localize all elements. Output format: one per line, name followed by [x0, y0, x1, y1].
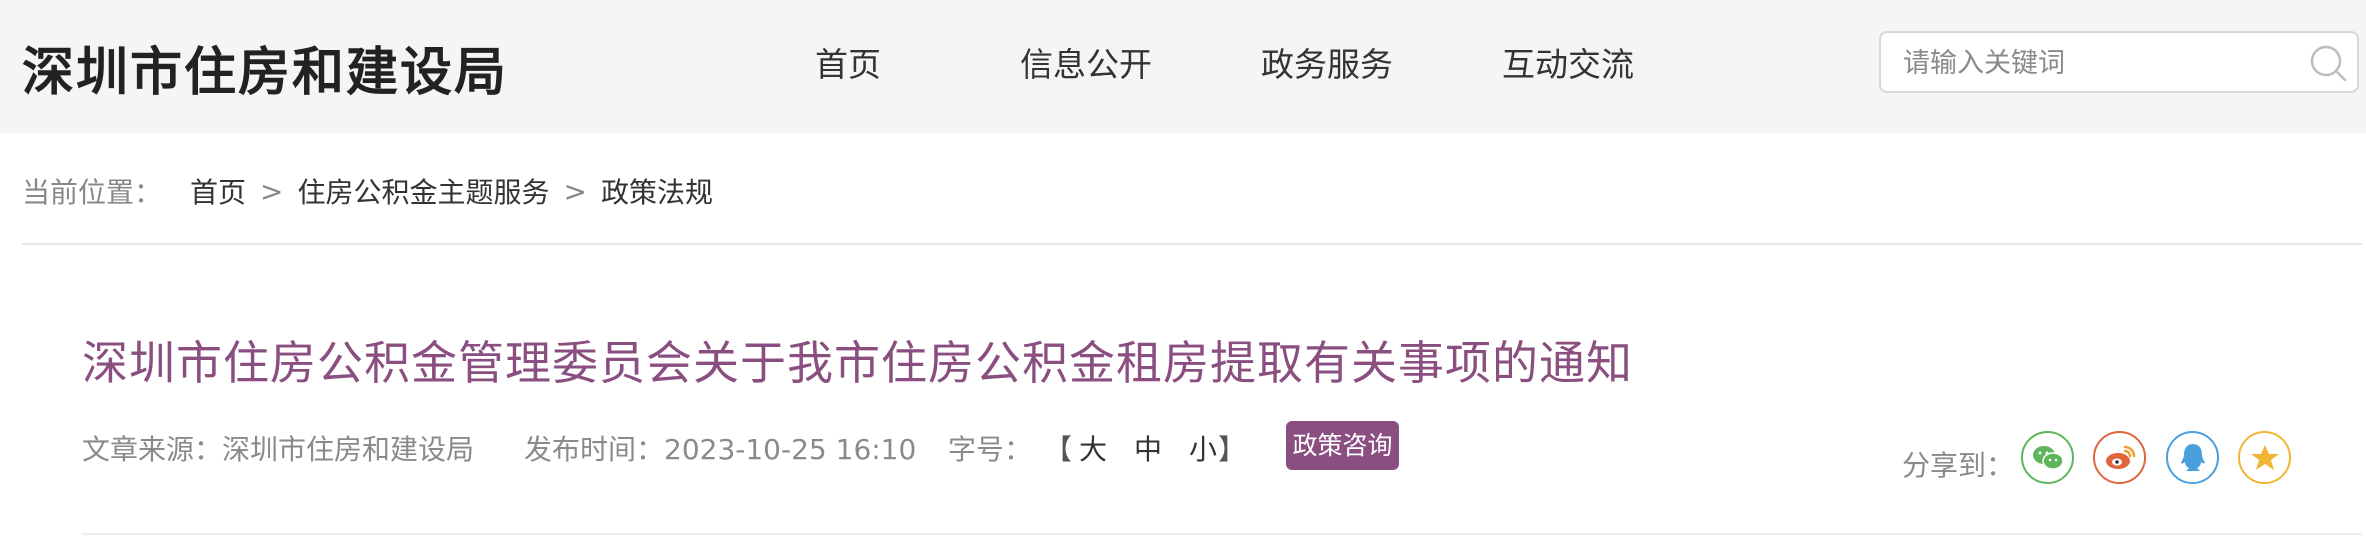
search-input[interactable]: [1901, 41, 2285, 85]
breadcrumb-item-home[interactable]: 首页: [190, 176, 246, 209]
breadcrumb-prefix: 当前位置：: [22, 176, 163, 209]
nav-item-interaction[interactable]: 互动交流: [1502, 38, 1634, 86]
article-publish-time: 发布时间：2023-10-25 16:10: [524, 433, 917, 466]
breadcrumb-separator: >: [563, 174, 587, 208]
nav-item-info-disclosure[interactable]: 信息公开: [1020, 38, 1152, 86]
font-size-label: 字号：: [948, 433, 1033, 466]
breadcrumb-separator: >: [260, 174, 284, 208]
share-qzone-button[interactable]: [2238, 431, 2291, 484]
font-size-large-button[interactable]: 大: [1079, 428, 1107, 468]
share-label: 分享到：: [1902, 449, 2015, 482]
font-size-bracket-open: 【: [1044, 433, 1073, 466]
breadcrumb-item-housing-fund[interactable]: 住房公积金主题服务: [298, 176, 550, 209]
breadcrumb-item-policy[interactable]: 政策法规: [601, 176, 713, 209]
weibo-icon: [2105, 445, 2135, 469]
search-icon[interactable]: [2307, 42, 2349, 84]
breadcrumb: 当前位置： 首页 > 住房公积金主题服务 > 政策法规: [22, 171, 713, 211]
site-title[interactable]: 深圳市住房和建设局: [22, 30, 508, 105]
article-title: 深圳市住房公积金管理委员会关于我市住房公积金租房提取有关事项的通知: [82, 336, 1633, 390]
meta-divider: [82, 533, 2362, 535]
font-size-small-button[interactable]: 小: [1189, 428, 1217, 468]
policy-consult-button[interactable]: 政策咨询: [1286, 421, 1399, 470]
share-qq-button[interactable]: [2166, 431, 2219, 484]
font-size-bracket-close: 】: [1218, 433, 1247, 466]
site-header: 深圳市住房和建设局 首页 信息公开 政务服务 互动交流: [0, 0, 2366, 133]
qq-icon: [2180, 443, 2205, 471]
star-icon: [2250, 444, 2279, 470]
nav-item-government-services[interactable]: 政务服务: [1261, 38, 1393, 86]
search-box: [1879, 31, 2359, 93]
font-size-medium-button[interactable]: 中: [1134, 428, 1162, 468]
article-source: 文章来源：深圳市住房和建设局: [82, 433, 475, 466]
breadcrumb-divider: [22, 243, 2362, 245]
nav-item-home[interactable]: 首页: [815, 38, 881, 86]
share-wechat-button[interactable]: [2021, 431, 2074, 484]
wechat-icon: [2032, 445, 2064, 470]
share-weibo-button[interactable]: [2093, 431, 2146, 484]
